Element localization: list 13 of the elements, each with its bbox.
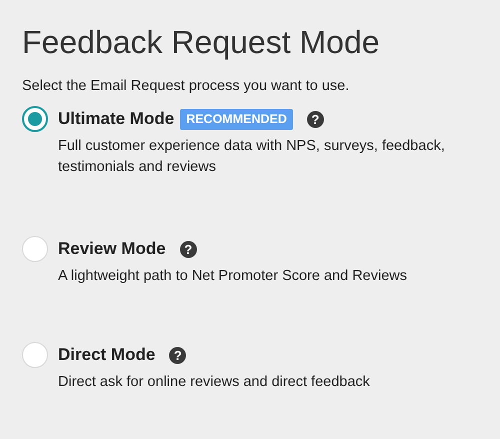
option-description: A lightweight path to Net Promoter Score and Reviews	[58, 267, 408, 286]
option-description: Full customer experience data with NPS, surveys, feedback, testimonials and reviews	[58, 137, 446, 177]
radio-button[interactable]	[22, 106, 48, 132]
option-label: Direct Mode	[58, 344, 156, 366]
option-description: Direct ask for online reviews and direct feedback	[58, 373, 371, 392]
help-icon[interactable]: ?	[169, 346, 186, 364]
option-label: Ultimate Mode	[58, 108, 174, 130]
option-label: Review Mode	[58, 238, 166, 260]
recommended-badge: RECOMMENDED	[180, 108, 293, 130]
help-icon[interactable]: ?	[306, 110, 324, 128]
instruction-text: Select the Email Request process you want to use.	[22, 77, 350, 96]
page-title: Feedback Request Mode	[22, 23, 380, 62]
help-icon[interactable]: ?	[180, 240, 197, 258]
